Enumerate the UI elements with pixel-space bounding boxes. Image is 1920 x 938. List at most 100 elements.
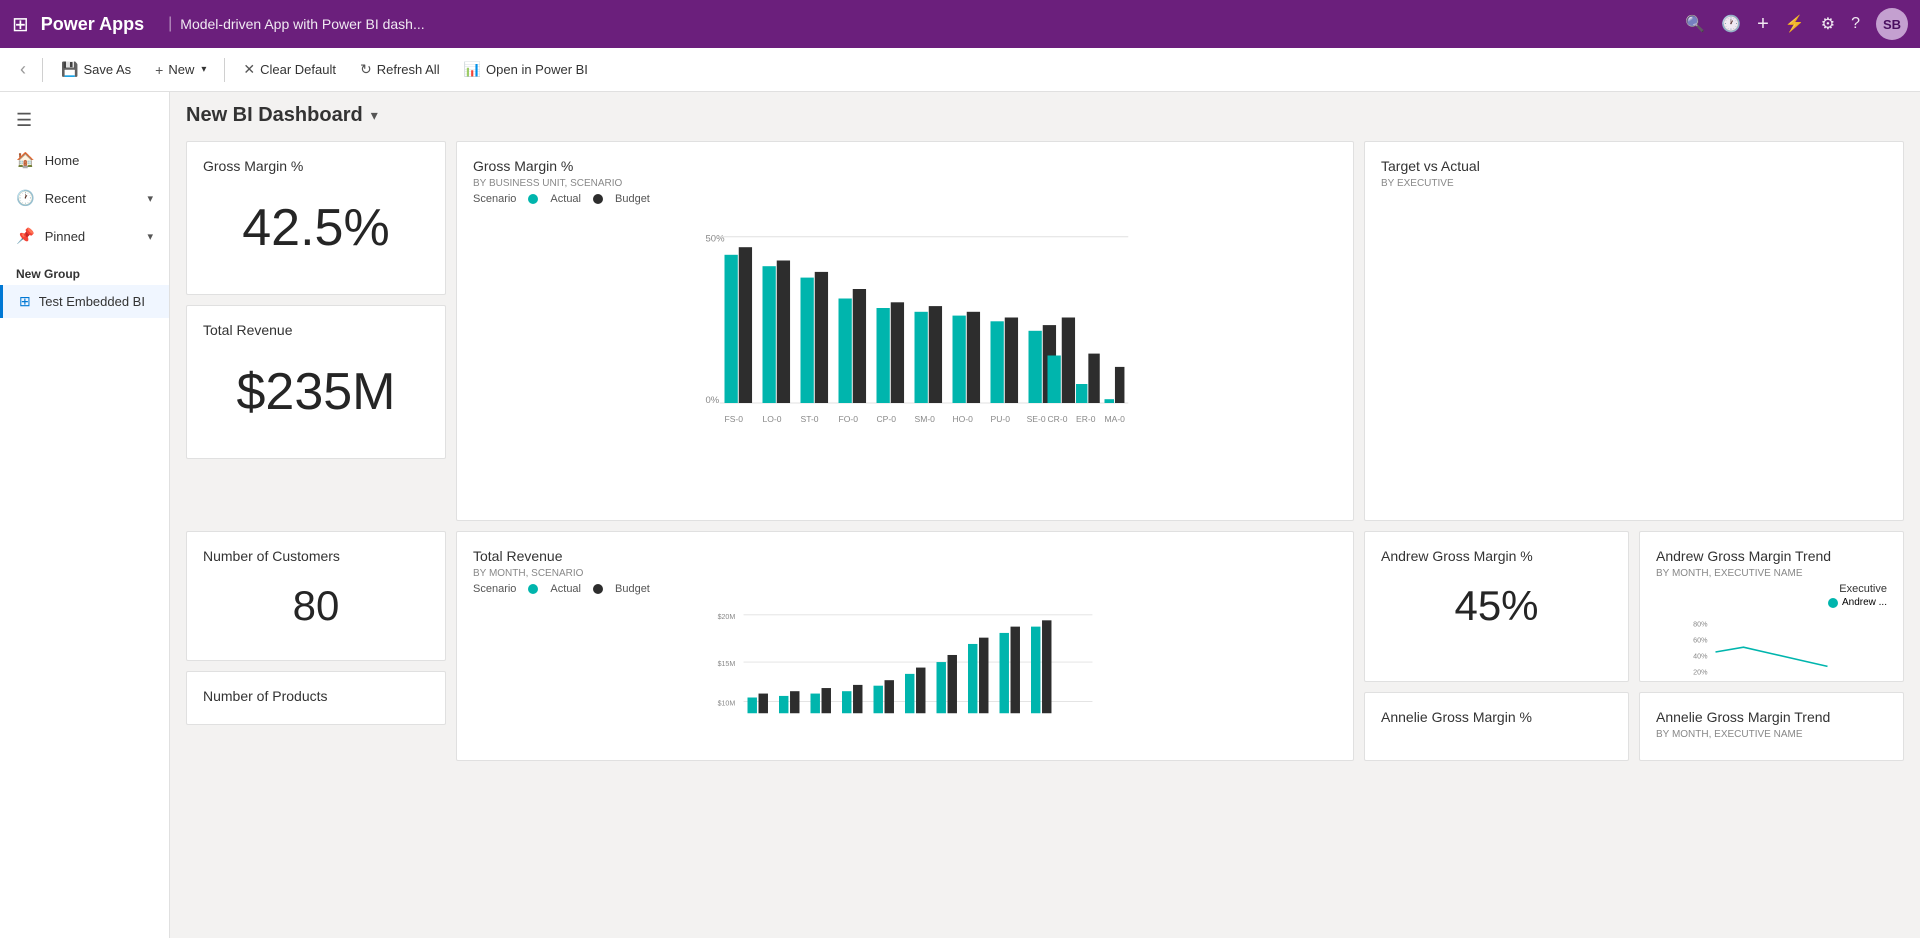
total-revenue-chart-container: Total Revenue BY MONTH, SCENARIO Scenari… [456, 531, 1354, 761]
open-in-powerbi-button[interactable]: 📊 Open in Power BI [454, 57, 598, 82]
powerbi-icon: 📊 [464, 61, 481, 78]
svg-text:FO-0: FO-0 [839, 414, 859, 424]
layout: ☰ 🏠 Home 🕐 Recent ▾ 📌 Pinned ▾ New Group… [0, 92, 1920, 938]
andrew-gross-margin-value: 45% [1381, 568, 1612, 644]
budget-legend-label: Budget [615, 193, 650, 205]
andrew-trend-executive-label: Executive [1656, 583, 1887, 595]
annelie-gross-margin-pct-card: Annelie Gross Margin % [1364, 692, 1629, 761]
total-revenue-bar-chart: $20M $15M $10M [473, 603, 1337, 729]
grid-icon[interactable]: ⊞ [12, 12, 29, 37]
annelie-trend-subtitle: BY MONTH, EXECUTIVE NAME [1656, 729, 1887, 740]
andrew-trend-subtitle: BY MONTH, EXECUTIVE NAME [1656, 568, 1887, 579]
andrew-gross-margin-trend-card: Andrew Gross Margin Trend BY MONTH, EXEC… [1639, 531, 1904, 682]
total-revenue-title: Total Revenue [203, 322, 429, 338]
clear-icon: ✕ [243, 61, 255, 78]
andrew-legend: Andrew ... [1656, 597, 1887, 608]
gross-margin-chart-card: Gross Margin % BY BUSINESS UNIT, SCENARI… [456, 141, 1354, 521]
sidebar-item-home[interactable]: 🏠 Home [0, 141, 169, 179]
toolbar: ‹ 💾 Save As + New ✕ Clear Default ↻ Refr… [0, 48, 1920, 92]
sidebar-item-recent[interactable]: 🕐 Recent ▾ [0, 179, 169, 217]
settings-icon[interactable]: ⚙ [1821, 14, 1835, 34]
dashboard-icon: ⊞ [19, 293, 31, 310]
refresh-icon: ↻ [360, 61, 372, 78]
gross-margin-chart-container: Gross Margin % BY BUSINESS UNIT, SCENARI… [456, 141, 1354, 521]
gross-margin-legend: Scenario Actual Budget [473, 193, 1337, 205]
recent-caret-icon: ▾ [147, 192, 153, 205]
revenue-budget-label: Budget [615, 583, 650, 595]
app-title: Model-driven App with Power BI dash... [180, 16, 1685, 32]
total-revenue-card: Total Revenue $235M [186, 305, 446, 459]
sidebar-nav-item-test-embedded[interactable]: ⊞ Test Embedded BI [0, 285, 169, 318]
andrew-gross-margin-pct-card: Andrew Gross Margin % 45% [1364, 531, 1629, 682]
revenue-actual-dot [528, 584, 538, 594]
pin-icon: 📌 [16, 227, 35, 245]
svg-text:PU-0: PU-0 [991, 414, 1011, 424]
save-as-button[interactable]: 💾 Save As [51, 57, 141, 82]
svg-text:40%: 40% [1693, 651, 1708, 660]
total-revenue-chart-subtitle: BY MONTH, SCENARIO [473, 568, 1337, 579]
page-header: New BI Dashboard ▾ [186, 104, 1904, 127]
help-icon[interactable]: ? [1851, 15, 1860, 33]
num-customers-value: 80 [203, 568, 429, 644]
num-customers-title: Number of Customers [203, 548, 429, 564]
svg-text:CP-0: CP-0 [877, 414, 897, 424]
refresh-all-button[interactable]: ↻ Refresh All [350, 57, 450, 82]
number-of-products-card: Number of Products [186, 671, 446, 725]
andrew-trend-chart: 80% 60% 40% 20% Jan Feb Mar Apr May [1656, 612, 1887, 682]
nav-separator: | [168, 15, 172, 33]
legend-label: Scenario [473, 193, 516, 205]
gross-margin-chart-title: Gross Margin % [473, 158, 1337, 174]
annelie-trend-title: Annelie Gross Margin Trend [1656, 709, 1887, 725]
num-products-title: Number of Products [203, 688, 429, 704]
annelie-gross-margin-title: Annelie Gross Margin % [1381, 709, 1612, 725]
page-title-caret-icon[interactable]: ▾ [371, 107, 378, 124]
save-as-icon: 💾 [61, 61, 78, 78]
recent-icon[interactable]: 🕐 [1721, 14, 1741, 34]
gross-margin-pct-card: Gross Margin % 42.5% [186, 141, 446, 295]
avatar[interactable]: SB [1876, 8, 1908, 40]
svg-text:SM-0: SM-0 [915, 414, 936, 424]
total-revenue-value: $235M [203, 342, 429, 442]
gross-margin-bar-chart: 50% 0% [473, 213, 1337, 479]
clear-default-button[interactable]: ✕ Clear Default [233, 57, 346, 82]
recent-nav-icon: 🕐 [16, 189, 35, 207]
svg-text:0%: 0% [706, 395, 720, 406]
revenue-actual-label: Actual [550, 583, 581, 595]
number-of-customers-card: Number of Customers 80 [186, 531, 446, 661]
pinned-caret-icon: ▾ [147, 230, 153, 243]
andrew-dot [1828, 598, 1838, 608]
new-button[interactable]: + New [145, 58, 216, 82]
svg-text:60%: 60% [1693, 635, 1708, 644]
filter-icon[interactable]: ⚡ [1785, 14, 1805, 34]
total-revenue-chart-title: Total Revenue [473, 548, 1337, 564]
gross-margin-chart-subtitle: BY BUSINESS UNIT, SCENARIO [473, 178, 1337, 189]
toolbar-separator-2 [224, 58, 225, 82]
search-icon[interactable]: 🔍 [1685, 14, 1705, 34]
andrew-trend-title: Andrew Gross Margin Trend [1656, 548, 1887, 564]
sidebar-toggle[interactable]: ☰ [0, 100, 169, 141]
target-vs-actual-subtitle: BY EXECUTIVE [1381, 178, 1887, 189]
total-revenue-chart-card: Total Revenue BY MONTH, SCENARIO Scenari… [456, 531, 1354, 761]
svg-text:MA-0: MA-0 [1105, 414, 1126, 424]
svg-text:50%: 50% [706, 234, 726, 245]
svg-text:$20M: $20M [718, 613, 736, 621]
sidebar-item-pinned[interactable]: 📌 Pinned ▾ [0, 217, 169, 255]
svg-text:HO-0: HO-0 [953, 414, 974, 424]
svg-text:ST-0: ST-0 [801, 414, 819, 424]
main-content: New BI Dashboard ▾ Gross Margin % 42.5% … [170, 92, 1920, 938]
svg-text:20%: 20% [1693, 667, 1708, 676]
revenue-budget-dot [593, 584, 603, 594]
svg-text:$15M: $15M [718, 660, 736, 668]
new-group-label: New Group [0, 255, 169, 285]
svg-text:FS-0: FS-0 [725, 414, 744, 424]
add-icon[interactable]: + [1757, 13, 1769, 36]
svg-text:ER-0: ER-0 [1076, 414, 1096, 424]
back-button[interactable]: ‹ [12, 55, 34, 84]
nav-actions: 🔍 🕐 + ⚡ ⚙ ? SB [1685, 8, 1908, 40]
new-icon: + [155, 62, 163, 78]
home-icon: 🏠 [16, 151, 35, 169]
dashboard-row-1: Gross Margin % 42.5% Total Revenue $235M… [186, 141, 1904, 521]
svg-text:SE-0: SE-0 [1027, 414, 1046, 424]
bottom-left-column: Number of Customers 80 Number of Product… [186, 531, 446, 761]
dashboard-row-2: Number of Customers 80 Number of Product… [186, 531, 1904, 761]
